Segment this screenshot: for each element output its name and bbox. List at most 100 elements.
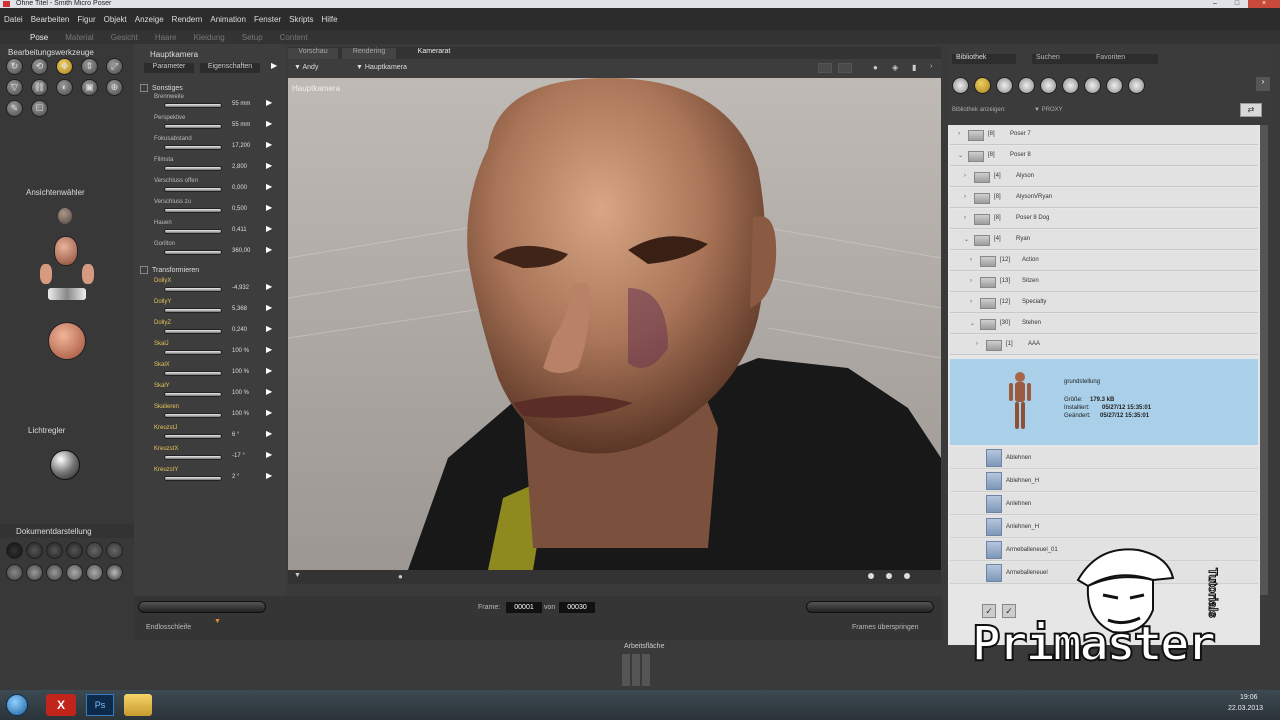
scale-tool-icon[interactable]: ⤢ bbox=[106, 58, 123, 75]
library-tab-bibliothek[interactable]: Bibliothek bbox=[952, 54, 1016, 64]
camera-small-head-icon[interactable] bbox=[58, 208, 72, 224]
expand-arrow-icon[interactable]: › bbox=[958, 131, 960, 137]
param-dial[interactable] bbox=[164, 455, 222, 460]
materials-category-icon[interactable] bbox=[1128, 77, 1145, 94]
view-magnifier-tool-icon[interactable]: ⊕ bbox=[106, 79, 123, 96]
taskbar-photoshop-icon[interactable]: Ps bbox=[86, 694, 114, 716]
camera-trackball-icon[interactable] bbox=[48, 322, 86, 360]
param-dial[interactable] bbox=[164, 308, 222, 313]
view-dot-1-icon[interactable] bbox=[868, 573, 874, 579]
taper-tool-icon[interactable]: ▽ bbox=[6, 79, 23, 96]
param-arrow-icon[interactable]: ▶ bbox=[266, 282, 272, 291]
params-expand-arrow-icon[interactable]: ▶ bbox=[271, 61, 277, 70]
light-mode-icon[interactable]: ● bbox=[873, 63, 878, 72]
room-tab-pose[interactable]: Pose bbox=[30, 33, 48, 42]
pose-item[interactable]: Ablehnen bbox=[950, 447, 1258, 469]
folder-row[interactable]: ⌄ [30] Stehen bbox=[950, 314, 1258, 334]
cartoon-style-icon[interactable] bbox=[26, 564, 43, 581]
param-value[interactable]: 0,000 bbox=[232, 185, 247, 191]
camera-right-hand-icon[interactable] bbox=[82, 264, 94, 284]
grouping-tool-icon[interactable]: ▣ bbox=[81, 79, 98, 96]
param-arrow-icon[interactable]: ▶ bbox=[266, 471, 272, 480]
param-value[interactable]: 0,411 bbox=[232, 227, 247, 233]
endless-loop-toggle[interactable]: Endlosschleife bbox=[146, 624, 191, 631]
param-arrow-icon[interactable]: ▶ bbox=[266, 245, 272, 254]
param-dial[interactable] bbox=[164, 145, 222, 150]
hidden-line-style-icon[interactable] bbox=[66, 542, 83, 559]
expand-arrow-icon[interactable]: › bbox=[964, 173, 966, 179]
room-tab-gesicht[interactable]: Gesicht bbox=[111, 33, 138, 42]
selected-pose-card[interactable]: grundstellung Größe: 179.3 kB Installier… bbox=[950, 359, 1258, 445]
viewport-tab-rendering[interactable]: Rendering bbox=[342, 48, 396, 59]
param-arrow-icon[interactable]: ▶ bbox=[266, 387, 272, 396]
camera-controls-widget[interactable] bbox=[36, 204, 100, 366]
menu-animation[interactable]: Animation bbox=[210, 15, 246, 24]
props-category-icon[interactable] bbox=[1062, 77, 1079, 94]
close-button[interactable]: × bbox=[1248, 0, 1280, 8]
param-value[interactable]: 0,500 bbox=[232, 206, 247, 212]
pose-item[interactable]: Anlehnen_H bbox=[950, 516, 1258, 538]
expand-arrow-icon[interactable]: › bbox=[970, 299, 972, 305]
viewport-toggle-1-icon[interactable] bbox=[818, 63, 832, 73]
poses-category-icon[interactable] bbox=[974, 77, 991, 94]
viewport-toggle-2-icon[interactable] bbox=[838, 63, 852, 73]
figures-category-icon[interactable] bbox=[952, 77, 969, 94]
camera-face-icon[interactable] bbox=[54, 236, 78, 266]
menu-hilfe[interactable]: Hilfe bbox=[322, 15, 338, 24]
expand-arrow-icon[interactable]: › bbox=[964, 215, 966, 221]
param-dial[interactable] bbox=[164, 350, 222, 355]
param-value[interactable]: 100 % bbox=[232, 411, 249, 417]
viewport-menu-arrow-icon[interactable]: › bbox=[930, 63, 932, 70]
folder-row[interactable]: ⌄ [4] Ryan bbox=[950, 230, 1258, 250]
playback-controls-left[interactable] bbox=[138, 601, 266, 613]
room-tab-content[interactable]: Content bbox=[280, 33, 308, 42]
direct-manipulation-tool-icon[interactable]: ☐ bbox=[31, 100, 48, 117]
param-value[interactable]: 2,800 bbox=[232, 164, 247, 170]
camera-dropdown[interactable]: ▼ Hauptkamera bbox=[356, 64, 407, 71]
room-tab-setup[interactable]: Setup bbox=[242, 33, 263, 42]
smooth-lined-style-icon[interactable] bbox=[86, 564, 103, 581]
param-dial[interactable] bbox=[164, 476, 222, 481]
translate-tool-icon[interactable]: ✥ bbox=[56, 58, 73, 75]
timeline-marker-icon[interactable]: ▼ bbox=[214, 618, 221, 625]
cartoon-lined-style-icon[interactable] bbox=[46, 564, 63, 581]
library-show-dropdown[interactable]: ▼ PROXY bbox=[1034, 107, 1063, 113]
expand-arrow-icon[interactable]: › bbox=[976, 341, 978, 347]
smooth-shaded-style-icon[interactable] bbox=[66, 564, 83, 581]
menu-anzeige[interactable]: Anzeige bbox=[135, 15, 164, 24]
param-arrow-icon[interactable]: ▶ bbox=[266, 182, 272, 191]
folder-row[interactable]: › [8] Poser 7 bbox=[950, 125, 1258, 145]
folder-row[interactable]: › [8] Poser 8 Dog bbox=[950, 209, 1258, 229]
param-arrow-icon[interactable]: ▶ bbox=[266, 303, 272, 312]
param-value[interactable]: 55 mm bbox=[232, 101, 250, 107]
taskbar-explorer-icon[interactable] bbox=[124, 694, 152, 716]
group-transformieren[interactable]: Transformieren bbox=[140, 266, 199, 274]
expand-arrow-icon[interactable]: › bbox=[964, 194, 966, 200]
param-dial[interactable] bbox=[164, 208, 222, 213]
total-frames-input[interactable]: 00030 bbox=[559, 602, 595, 613]
param-dial[interactable] bbox=[164, 371, 222, 376]
minimize-button[interactable]: – bbox=[1204, 0, 1226, 8]
taskbar-app-1-icon[interactable]: X bbox=[46, 694, 76, 716]
pose-item[interactable]: Ablehnen_H bbox=[950, 470, 1258, 492]
folder-row[interactable]: › [8] AlysonVRyan bbox=[950, 188, 1258, 208]
expand-arrow-icon[interactable]: › bbox=[970, 257, 972, 263]
folder-row[interactable]: › [1] AAA bbox=[950, 335, 1258, 355]
room-tab-haare[interactable]: Haare bbox=[155, 33, 177, 42]
silhouette-style-icon[interactable] bbox=[6, 542, 23, 559]
view-dot-2-icon[interactable] bbox=[886, 573, 892, 579]
param-value[interactable]: -17 ° bbox=[232, 453, 245, 459]
expressions-category-icon[interactable] bbox=[996, 77, 1013, 94]
playback-controls-right[interactable] bbox=[806, 601, 934, 613]
translate-in-out-tool-icon[interactable]: ⇕ bbox=[81, 58, 98, 75]
param-dial[interactable] bbox=[164, 103, 222, 108]
param-value[interactable]: 6 ° bbox=[232, 432, 239, 438]
menu-datei[interactable]: Datei bbox=[4, 15, 23, 24]
param-arrow-icon[interactable]: ▶ bbox=[266, 324, 272, 333]
param-arrow-icon[interactable]: ▶ bbox=[266, 161, 272, 170]
folder-row[interactable]: › [13] Sitzen bbox=[950, 272, 1258, 292]
param-value[interactable]: -4,932 bbox=[232, 285, 249, 291]
viewport-tab-kamerarat[interactable]: Kamerarat bbox=[402, 48, 466, 59]
param-value[interactable]: 2 ° bbox=[232, 474, 239, 480]
param-value[interactable]: 17,200 bbox=[232, 143, 250, 149]
